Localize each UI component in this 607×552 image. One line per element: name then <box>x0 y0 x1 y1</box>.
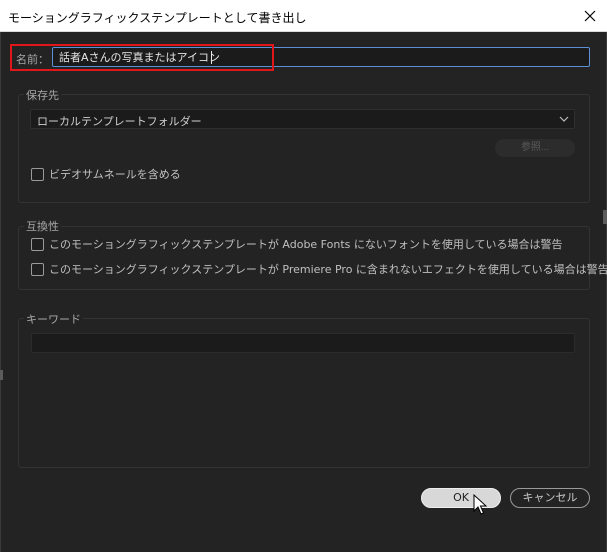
title-bar: モーショングラフィックステンプレートとして書き出し <box>0 0 607 32</box>
chevron-down-icon <box>559 116 569 122</box>
ok-button[interactable]: OK <box>421 488 501 508</box>
name-row: 名前： <box>10 44 592 71</box>
destination-section-label: 保存先 <box>24 87 61 103</box>
effects-warning-checkbox[interactable] <box>31 262 44 276</box>
edge-mark <box>603 210 607 224</box>
destination-selected-value: ローカルテンプレートフォルダー <box>37 115 202 128</box>
cancel-button[interactable]: キャンセル <box>510 488 590 508</box>
name-input[interactable] <box>52 47 590 67</box>
thumbnail-checkbox[interactable] <box>31 167 44 181</box>
edge-mark <box>0 370 3 380</box>
fonts-warning-label: このモーショングラフィックステンプレートが Adobe Fonts にないフォン… <box>49 238 563 251</box>
window-title: モーショングラフィックステンプレートとして書き出し <box>8 11 307 25</box>
close-icon <box>584 10 596 22</box>
compatibility-option: このモーショングラフィックステンプレートが Premiere Pro に含まれな… <box>31 261 607 277</box>
thumbnail-checkbox-label: ビデオサムネールを含める <box>49 168 181 181</box>
destination-dropdown[interactable]: ローカルテンプレートフォルダー <box>30 109 575 129</box>
compatibility-section-label: 互換性 <box>24 218 61 234</box>
thumbnail-option: ビデオサムネールを含める <box>31 166 181 182</box>
keywords-input[interactable] <box>31 333 575 353</box>
keywords-section-label: キーワード <box>24 311 83 327</box>
compatibility-option: このモーショングラフィックステンプレートが Adobe Fonts にないフォン… <box>31 236 563 252</box>
close-button[interactable] <box>576 2 604 30</box>
text-caret <box>211 51 212 64</box>
browse-button[interactable]: 参照... <box>495 139 575 157</box>
effects-warning-label: このモーショングラフィックステンプレートが Premiere Pro に含まれな… <box>49 263 607 276</box>
name-label: 名前： <box>16 53 49 66</box>
fonts-warning-checkbox[interactable] <box>31 237 44 251</box>
